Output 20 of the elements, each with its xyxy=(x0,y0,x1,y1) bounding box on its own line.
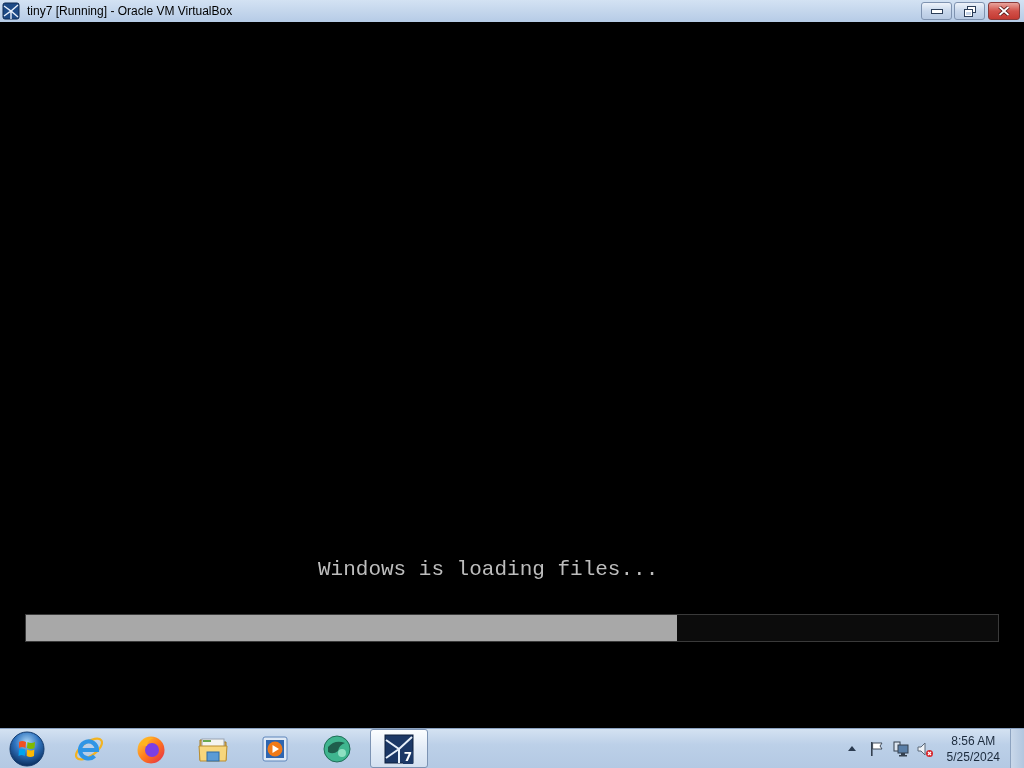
flag-icon[interactable] xyxy=(868,740,885,757)
muted-speaker-icon[interactable] xyxy=(916,740,933,757)
window-title: tiny7 [Running] - Oracle VM VirtualBox xyxy=(27,4,233,18)
clock-date[interactable]: 5/25/2024 xyxy=(946,748,1000,765)
restore-icon xyxy=(963,5,976,17)
monitor-icon[interactable] xyxy=(892,740,909,757)
minimize-button[interactable] xyxy=(921,2,952,20)
cube-icon xyxy=(383,732,415,765)
taskbar-button[interactable]: 7 xyxy=(370,729,428,768)
version-badge: 7 xyxy=(402,750,413,764)
close-button[interactable] xyxy=(988,2,1020,20)
restore-button[interactable] xyxy=(954,2,985,20)
sphere-icon xyxy=(321,732,353,765)
cube-icon xyxy=(2,2,20,20)
close-icon xyxy=(998,6,1010,16)
windows-orb-icon xyxy=(9,730,45,767)
loading-message: Windows is loading files... xyxy=(318,558,659,581)
caret-icon xyxy=(847,746,856,751)
clock-time[interactable]: 8:56 AM xyxy=(951,732,996,749)
minimize-icon xyxy=(930,8,943,14)
